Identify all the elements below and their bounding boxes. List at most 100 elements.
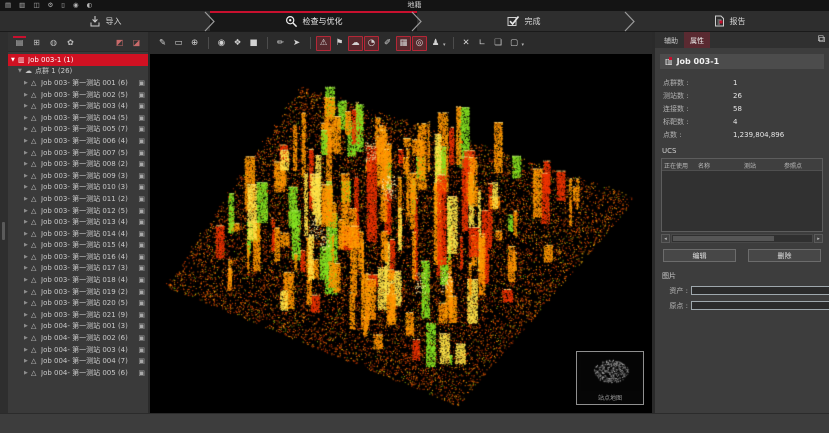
tree-item[interactable]: ▶△Job 003- 第一测站 018 (4)▣ [8, 274, 148, 286]
image-thumb-icon[interactable]: ▣ [135, 102, 145, 110]
expand-caret-icon[interactable]: ▶ [24, 92, 31, 98]
pen-icon[interactable]: ✏ [273, 36, 288, 51]
ucs-column-header[interactable]: 名称 [696, 159, 742, 170]
expand-caret-icon[interactable]: ▶ [24, 184, 31, 190]
scroll-right-icon[interactable]: ▸ [814, 234, 823, 243]
tree-item[interactable]: ▶△Job 004- 第一测站 001 (3)▣ [8, 321, 148, 333]
pie-chart-icon[interactable]: ◔ [364, 36, 379, 51]
expand-caret-icon[interactable]: ▶ [24, 289, 31, 295]
expand-caret-icon[interactable]: ▶ [24, 208, 31, 214]
camera-icon[interactable]: ◉ [214, 36, 229, 51]
viewport-3d[interactable]: 站点地图 [150, 54, 652, 413]
image-thumb-icon[interactable]: ▣ [135, 299, 145, 307]
tree-item[interactable]: ▶△Job 003- 第一测站 006 (4)▣ [8, 135, 148, 147]
expand-caret-icon[interactable]: ▶ [24, 138, 31, 144]
expand-caret-icon[interactable]: ▶ [24, 115, 31, 121]
window-icon[interactable]: ◫ [33, 2, 39, 9]
image-thumb-icon[interactable]: ▣ [135, 218, 145, 226]
scrollbar-track[interactable] [671, 234, 813, 243]
expand-caret-icon[interactable]: ▶ [24, 161, 31, 167]
image-thumb-icon[interactable]: ▣ [135, 79, 145, 87]
expand-caret-icon[interactable]: ▶ [24, 219, 31, 225]
image-thumb-icon[interactable]: ▣ [135, 149, 145, 157]
float-panel-icon[interactable]: ⧉ [818, 34, 825, 45]
tree-item[interactable]: ▶△Job 003- 第一测站 002 (5)▣ [8, 89, 148, 101]
ucs-column-header[interactable]: 测站 [742, 159, 782, 170]
origin-input[interactable] [691, 301, 829, 310]
image-thumb-icon[interactable]: ▣ [135, 230, 145, 238]
tree-item[interactable]: ▶△Job 003- 第一测站 019 (2)▣ [8, 286, 148, 298]
image-thumb-icon[interactable]: ▣ [135, 125, 145, 133]
tree-group-item[interactable]: ▼ ☁ 点群 1 (26) [8, 66, 148, 78]
expand-caret-icon[interactable]: ▶ [24, 347, 31, 353]
tree-item[interactable]: ▶△Job 003- 第一测站 011 (2)▣ [8, 193, 148, 205]
scrollbar-thumb[interactable] [673, 236, 774, 241]
image-thumb-icon[interactable]: ▣ [135, 288, 145, 296]
image-thumb-icon[interactable]: ▣ [135, 369, 145, 377]
image-thumb-icon[interactable]: ▣ [135, 346, 145, 354]
image-thumb-icon[interactable]: ▣ [135, 276, 145, 284]
link-tab-icon[interactable]: ⊞ [28, 36, 45, 47]
tree-item[interactable]: ▶△Job 003- 第一测站 015 (4)▣ [8, 240, 148, 252]
expand-caret-icon[interactable]: ▶ [24, 103, 31, 109]
dropdown-caret-icon[interactable]: ▾ [443, 42, 446, 48]
pick-arrow-icon[interactable]: ➤ [289, 36, 304, 51]
workflow-step-import[interactable]: 导入 [0, 11, 210, 31]
filter-on-icon[interactable]: ◩ [111, 36, 128, 47]
expand-caret-icon[interactable]: ▼ [18, 68, 25, 74]
workflow-step-complete[interactable]: 完成 [417, 11, 630, 31]
help-icon[interactable]: ◉ [73, 2, 79, 9]
edit-button[interactable]: 编辑 [663, 249, 736, 262]
tree-item[interactable]: ▶△Job 004- 第一测站 003 (4)▣ [8, 344, 148, 356]
shapes-icon[interactable]: ❖ [230, 36, 245, 51]
info-icon[interactable]: ◐ [87, 2, 93, 9]
pin-icon[interactable]: ◎ [412, 36, 427, 51]
workflow-step-inspect-optimize[interactable]: 检查与优化 [210, 11, 417, 31]
expand-caret-icon[interactable]: ▶ [24, 300, 31, 306]
image-icon[interactable]: ▦ [396, 36, 411, 51]
tag-icon[interactable]: ⚑ [332, 36, 347, 51]
expand-caret-icon[interactable]: ▶ [24, 277, 31, 283]
tree-root-item[interactable]: ▼ ▥ Job 003-1 (1) [8, 54, 148, 66]
expand-caret-icon[interactable]: ▶ [24, 173, 31, 179]
warning-icon[interactable]: ⚠ [316, 36, 331, 51]
image-thumb-icon[interactable]: ▣ [135, 322, 145, 330]
stamp-icon[interactable]: ✎ [155, 36, 170, 51]
tree-item[interactable]: ▶△Job 004- 第一测站 004 (7)▣ [8, 355, 148, 367]
tree-item[interactable]: ▶△Job 003- 第一测站 010 (3)▣ [8, 182, 148, 194]
tree-item[interactable]: ▶△Job 003- 第一测站 021 (9)▣ [8, 309, 148, 321]
minimap[interactable]: 站点地图 [576, 351, 644, 405]
frame-select-icon[interactable]: ▭ [171, 36, 186, 51]
workflow-step-report[interactable]: 报告 [630, 11, 829, 31]
favorites-tab-icon[interactable]: ✿ [62, 36, 79, 47]
zoom-select-icon[interactable]: ⊕ [187, 36, 202, 51]
globe-tab-icon[interactable]: ◍ [45, 36, 62, 47]
expand-caret-icon[interactable]: ▶ [24, 126, 31, 132]
ucs-table[interactable]: 正在使用名称测站参照点 [661, 158, 823, 232]
measure-icon[interactable]: ✐ [380, 36, 395, 51]
tree-item[interactable]: ▶△Job 003- 第一测站 017 (3)▣ [8, 263, 148, 275]
expand-caret-icon[interactable]: ▶ [24, 335, 31, 341]
image-thumb-icon[interactable]: ▣ [135, 137, 145, 145]
image-thumb-icon[interactable]: ▣ [135, 253, 145, 261]
tree-item[interactable]: ▶△Job 003- 第一测站 001 (6)▣ [8, 77, 148, 89]
expand-caret-icon[interactable]: ▶ [24, 231, 31, 237]
image-thumb-icon[interactable]: ▣ [135, 207, 145, 215]
ucs-column-header[interactable]: 参照点 [782, 159, 820, 170]
tree-item[interactable]: ▶△Job 003- 第一测站 013 (4)▣ [8, 216, 148, 228]
dropdown-caret-icon[interactable]: ▾ [522, 42, 525, 48]
tab-properties[interactable]: 属性 [684, 32, 710, 48]
expand-caret-icon[interactable]: ▶ [24, 242, 31, 248]
image-thumb-icon[interactable]: ▣ [135, 311, 145, 319]
person-icon[interactable]: ♟ [428, 36, 443, 51]
filter-off-icon[interactable]: ◪ [128, 36, 145, 47]
image-thumb-icon[interactable]: ▣ [135, 195, 145, 203]
expand-caret-icon[interactable]: ▼ [11, 57, 18, 63]
expand-caret-icon[interactable]: ▶ [24, 323, 31, 329]
asset-input[interactable] [691, 286, 829, 295]
panel-splitter[interactable] [2, 222, 5, 240]
expand-caret-icon[interactable]: ▶ [24, 254, 31, 260]
image-thumb-icon[interactable]: ▣ [135, 357, 145, 365]
expand-caret-icon[interactable]: ▶ [24, 370, 31, 376]
axis-icon[interactable]: ∟ [475, 36, 490, 51]
